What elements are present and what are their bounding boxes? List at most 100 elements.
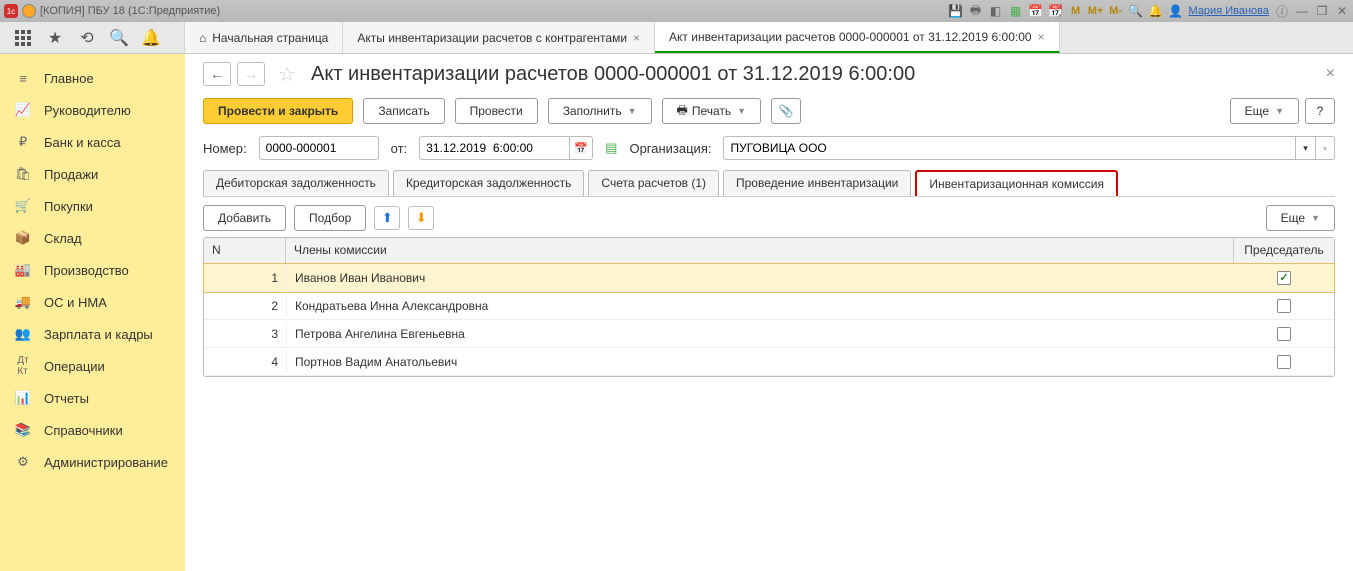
compare-icon[interactable]: ◧	[989, 4, 1003, 18]
close-window-icon[interactable]: ✕	[1335, 4, 1349, 18]
add-button[interactable]: Добавить	[203, 205, 286, 231]
sidebar-item-sales[interactable]: 🛍Продажи	[0, 158, 185, 190]
post-close-button[interactable]: Провести и закрыть	[203, 98, 353, 124]
bell-icon[interactable]: 🔔	[142, 29, 160, 47]
star-icon[interactable]: ★	[46, 29, 64, 47]
chair-checkbox[interactable]: ✓	[1277, 271, 1291, 285]
save-button[interactable]: Записать	[363, 98, 444, 124]
nav-tab-home[interactable]: ⌂ Начальная страница	[185, 22, 343, 53]
fill-button[interactable]: Заполнить▼	[548, 98, 652, 124]
cell-chair: ✓	[1234, 267, 1334, 289]
search-icon[interactable]: 🔍	[110, 29, 128, 47]
move-up-button[interactable]: ⬆	[374, 206, 400, 230]
sidebar-item-manager[interactable]: 📈Руководителю	[0, 94, 185, 126]
date-input[interactable]	[419, 136, 569, 160]
sidebar-item-purchases[interactable]: 🛒Покупки	[0, 190, 185, 222]
table-row[interactable]: 4 Портнов Вадим Анатольевич	[204, 348, 1334, 376]
tab-close-icon[interactable]: ×	[633, 31, 640, 45]
number-label: Номер:	[203, 141, 247, 156]
menu-icon: ≡	[14, 69, 32, 87]
tab-commission[interactable]: Инвентаризационная комиссия	[915, 170, 1118, 196]
maximize-icon[interactable]: ❐	[1315, 4, 1329, 18]
calendar-icon[interactable]: 📅	[1029, 4, 1043, 18]
apps-icon[interactable]	[14, 29, 32, 47]
bars-icon: 📊	[14, 389, 32, 407]
tab-conduct[interactable]: Проведение инвентаризации	[723, 170, 911, 196]
table-more-button[interactable]: Еще▼	[1266, 205, 1335, 231]
table-row[interactable]: 1 Иванов Иван Иванович ✓	[204, 264, 1334, 292]
col-n[interactable]: N	[204, 238, 286, 263]
more-button[interactable]: Еще▼	[1230, 98, 1299, 124]
nav-bar: ★ ⟲ 🔍 🔔 ⌂ Начальная страница Акты инвент…	[0, 22, 1353, 54]
back-button[interactable]: ←	[203, 62, 231, 86]
pick-button[interactable]: Подбор	[294, 205, 366, 231]
nav-tab-list[interactable]: Акты инвентаризации расчетов с контраген…	[343, 22, 655, 53]
sidebar-item-assets[interactable]: 🚚ОС и НМА	[0, 286, 185, 318]
date-icon[interactable]: 📆	[1049, 4, 1063, 18]
title-bar: 1c [КОПИЯ] ПБУ 18 (1С:Предприятие) 💾 🖶 ◧…	[0, 0, 1353, 22]
org-input[interactable]	[723, 136, 1295, 160]
attachments-button[interactable]: 📎	[771, 98, 801, 124]
follow-icon[interactable]: 🔔	[1149, 4, 1163, 18]
print-button[interactable]: 🖶Печать▼	[662, 98, 762, 124]
tab-debtors[interactable]: Дебиторская задолженность	[203, 170, 389, 196]
minimize-icon[interactable]: —	[1295, 4, 1309, 18]
cell-chair	[1234, 295, 1334, 317]
number-input[interactable]	[259, 136, 379, 160]
m-minus-icon[interactable]: M-	[1109, 4, 1123, 18]
zoom-icon[interactable]: 🔍	[1129, 4, 1143, 18]
close-doc-icon[interactable]: ×	[1326, 65, 1335, 83]
col-member[interactable]: Члены комиссии	[286, 238, 1234, 263]
sidebar-item-main[interactable]: ≡Главное	[0, 62, 185, 94]
forward-button[interactable]: →	[237, 62, 265, 86]
table-row[interactable]: 2 Кондратьева Инна Александровна	[204, 292, 1334, 320]
m-icon[interactable]: M	[1069, 4, 1083, 18]
cell-name: Иванов Иван Иванович	[286, 267, 1234, 289]
org-dropdown-button[interactable]: ▾	[1295, 136, 1315, 160]
history-icon[interactable]: ⟲	[78, 29, 96, 47]
box-icon: 📦	[14, 229, 32, 247]
nav-tab-doc[interactable]: Акт инвентаризации расчетов 0000-000001 …	[655, 22, 1060, 53]
org-open-button[interactable]: ▫	[1315, 136, 1335, 160]
chair-checkbox[interactable]	[1277, 355, 1291, 369]
sidebar-item-admin[interactable]: ⚙Администрирование	[0, 446, 185, 478]
sidebar-item-warehouse[interactable]: 📦Склад	[0, 222, 185, 254]
chart-icon: 📈	[14, 101, 32, 119]
info-icon[interactable]: ⓘ	[1275, 4, 1289, 18]
window-title: [КОПИЯ] ПБУ 18 (1С:Предприятие)	[40, 5, 220, 17]
truck-icon: 🚚	[14, 293, 32, 311]
doc-title: Акт инвентаризации расчетов 0000-000001 …	[311, 63, 915, 86]
favorite-button[interactable]: ☆	[275, 62, 299, 86]
m-plus-icon[interactable]: M+	[1089, 4, 1103, 18]
sidebar-item-bank[interactable]: ₽Банк и касса	[0, 126, 185, 158]
user-name[interactable]: Мария Иванова	[1189, 5, 1269, 17]
org-label: Организация:	[629, 141, 711, 156]
cell-name: Петрова Ангелина Евгеньевна	[286, 323, 1234, 345]
factory-icon: 🏭	[14, 261, 32, 279]
sidebar-item-reports[interactable]: 📊Отчеты	[0, 382, 185, 414]
cell-n: 3	[204, 323, 286, 345]
sidebar-item-hr[interactable]: 👥Зарплата и кадры	[0, 318, 185, 350]
calc-icon[interactable]: ▦	[1009, 4, 1023, 18]
nav-tab-label: Начальная страница	[212, 31, 328, 45]
post-button[interactable]: Провести	[455, 98, 538, 124]
sidebar-item-production[interactable]: 🏭Производство	[0, 254, 185, 286]
help-button[interactable]: ?	[1305, 98, 1335, 124]
col-chair[interactable]: Председатель	[1234, 238, 1334, 263]
sidebar-item-operations[interactable]: ДтКтОперации	[0, 350, 185, 382]
tab-accounts[interactable]: Счета расчетов (1)	[588, 170, 719, 196]
calendar-button[interactable]: 📅	[569, 136, 593, 160]
tab-creditors[interactable]: Кредиторская задолженность	[393, 170, 584, 196]
table-row[interactable]: 3 Петрова Ангелина Евгеньевна	[204, 320, 1334, 348]
chevron-down-icon: ▼	[1311, 213, 1320, 223]
tab-close-icon[interactable]: ×	[1038, 30, 1045, 44]
chair-checkbox[interactable]	[1277, 327, 1291, 341]
save-icon[interactable]: 💾	[949, 4, 963, 18]
cell-chair	[1234, 351, 1334, 373]
sidebar-item-refs[interactable]: 📚Справочники	[0, 414, 185, 446]
cell-name: Портнов Вадим Анатольевич	[286, 351, 1234, 373]
chair-checkbox[interactable]	[1277, 299, 1291, 313]
commission-table: N Члены комиссии Председатель 1 Иванов И…	[203, 237, 1335, 377]
move-down-button[interactable]: ⬇	[408, 206, 434, 230]
print-icon[interactable]: 🖶	[969, 4, 983, 18]
